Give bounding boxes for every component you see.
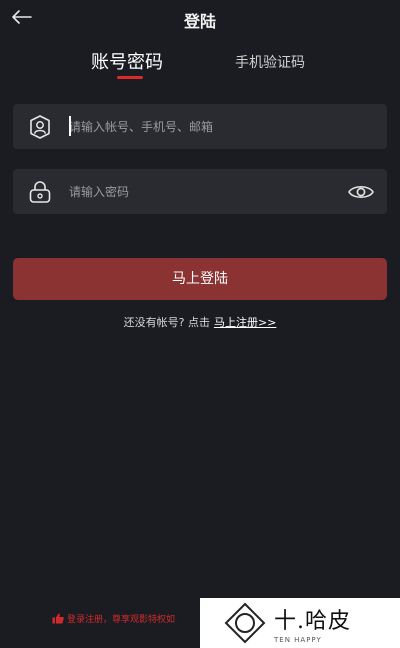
account-input[interactable] <box>69 104 339 149</box>
page-title: 登陆 <box>183 12 216 31</box>
register-link[interactable]: 马上注册>> <box>214 316 276 329</box>
eye-icon <box>348 185 374 199</box>
watermark-en: TEN HAPPY <box>274 635 322 644</box>
header-bar: 登陆 <box>0 0 400 36</box>
show-password-toggle[interactable] <box>347 179 375 205</box>
thumbs-up-icon <box>52 613 64 624</box>
active-tab-indicator <box>117 76 143 79</box>
watermark-text: 十.哈皮 TEN HAPPY <box>274 603 351 644</box>
tab-phone-code[interactable]: 手机验证码 <box>235 52 305 72</box>
register-prompt-text: 还没有帐号? 点击 <box>123 316 210 329</box>
lock-icon <box>29 181 51 203</box>
watermark-logo-icon <box>224 602 266 644</box>
register-prompt: 还没有帐号? 点击 马上注册>> <box>0 314 400 330</box>
text-cursor <box>69 116 71 136</box>
password-input[interactable] <box>69 169 339 214</box>
password-field <box>13 169 387 214</box>
login-button[interactable]: 马上登陆 <box>13 258 387 300</box>
user-shield-icon <box>30 115 50 139</box>
tab-account-password[interactable]: 账号密码 <box>91 48 163 74</box>
bottom-note: 登录注册，尊享观影特权如 <box>52 612 175 625</box>
bottom-note-text: 登录注册，尊享观影特权如 <box>67 615 176 625</box>
login-tabs: 账号密码 手机验证码 <box>0 48 400 82</box>
watermark: 十.哈皮 TEN HAPPY <box>200 598 400 648</box>
watermark-cn: 十.哈皮 <box>274 608 351 634</box>
